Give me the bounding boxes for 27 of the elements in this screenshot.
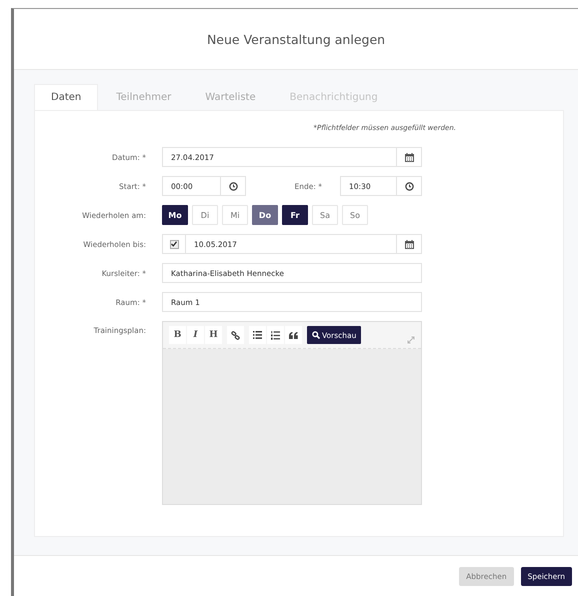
link-button[interactable]: [227, 326, 244, 344]
dialog-title: Neue Veranstaltung anlegen: [206, 32, 386, 47]
weekday-toggle[interactable]: Fr: [282, 205, 308, 226]
calendar-icon: [404, 152, 414, 162]
numbered-list-icon: [271, 330, 280, 340]
italic-button[interactable]: I: [187, 326, 204, 344]
weekday-toggle[interactable]: Di: [192, 205, 218, 226]
heading-button[interactable]: H: [205, 326, 222, 344]
tab[interactable]: Daten: [34, 84, 98, 110]
quote-button[interactable]: [285, 326, 302, 344]
numbered-list-button[interactable]: [267, 326, 284, 344]
checkbox[interactable]: [162, 234, 186, 254]
search-icon: [312, 331, 320, 340]
weekday-toggle[interactable]: Mi: [222, 205, 248, 226]
weekday-toggle[interactable]: Mo: [162, 205, 188, 226]
link-icon: [231, 330, 240, 340]
calendar-icon: [404, 240, 414, 249]
weekday-toggle[interactable]: So: [342, 205, 368, 226]
bullet-list-button[interactable]: [249, 326, 266, 344]
clock-icon: [404, 182, 414, 191]
weekday-toggle[interactable]: Sa: [312, 205, 338, 226]
quote-icon: [289, 332, 298, 339]
bold-button[interactable]: B: [169, 326, 186, 344]
clock-icon: [228, 182, 238, 191]
weekday-toggle[interactable]: Do: [252, 205, 278, 226]
list-icon: [253, 331, 262, 340]
check-icon: [171, 241, 177, 248]
